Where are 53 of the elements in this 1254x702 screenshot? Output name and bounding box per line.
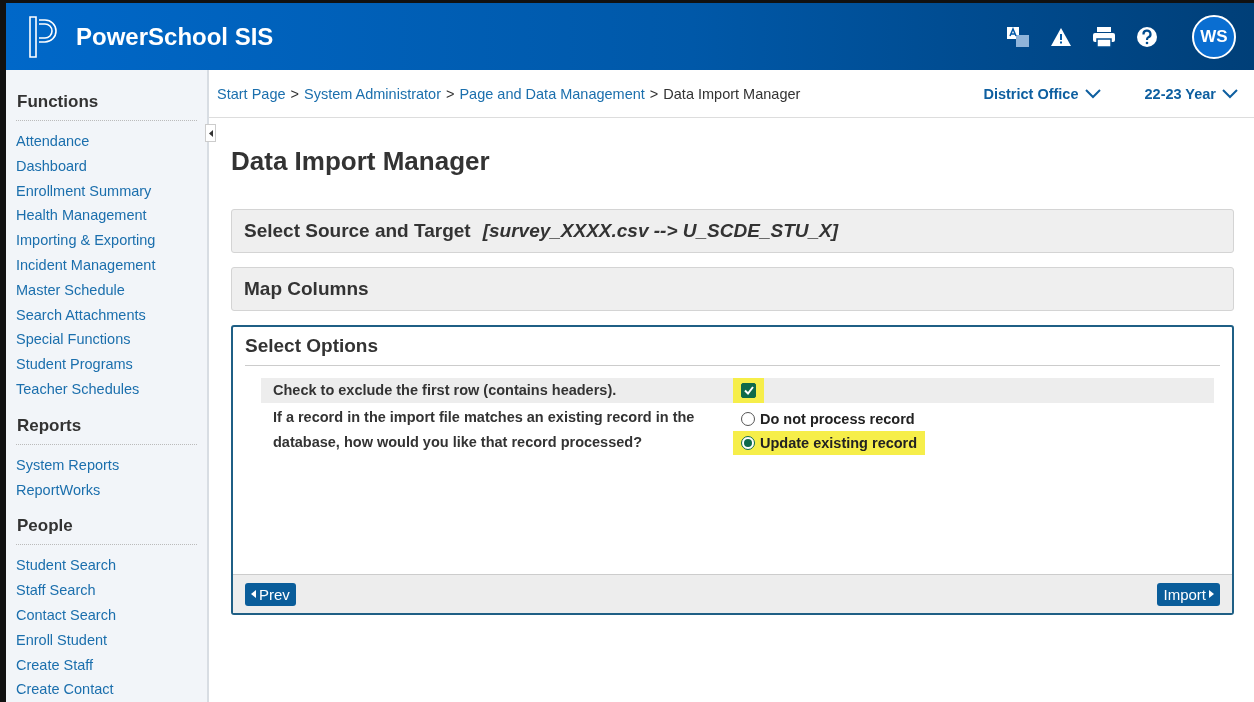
collapse-sidebar-button[interactable] xyxy=(205,124,216,142)
sidebar-heading: Functions xyxy=(16,82,197,121)
sidebar-link[interactable]: Health Management xyxy=(16,203,197,229)
chevron-down-icon xyxy=(1222,88,1238,99)
sidebar-link[interactable]: Student Search xyxy=(16,553,197,579)
sidebar-link[interactable]: Staff Search xyxy=(16,578,197,603)
sidebar-link[interactable]: Enroll Student xyxy=(16,627,197,653)
page-title: Data Import Manager xyxy=(231,146,491,177)
breadcrumb-separator: > xyxy=(446,85,455,102)
sidebar-link[interactable]: Create Staff xyxy=(16,652,197,678)
term-dropdown[interactable]: District Office xyxy=(983,85,1101,102)
warning-icon[interactable] xyxy=(1050,26,1072,47)
app-title: PowerSchool SIS xyxy=(76,22,274,51)
printer-icon[interactable] xyxy=(1092,25,1116,48)
panel-header[interactable]: Select Source and Target [survey_XXXX.csv --> U_SCDE_STU_X] xyxy=(232,210,1233,252)
help-icon[interactable] xyxy=(1136,25,1158,48)
breadcrumb-link[interactable]: System Administrator xyxy=(304,85,441,102)
breadcrumb-separator: > xyxy=(290,85,299,102)
sidebar-link[interactable]: Search Attachments xyxy=(16,302,197,328)
panel-header[interactable]: Map Columns xyxy=(232,268,1233,310)
sidebar-link[interactable]: Contact Search xyxy=(16,602,197,628)
import-button[interactable]: Import xyxy=(1157,582,1220,606)
sidebar-heading: People xyxy=(16,502,197,546)
breadcrumb-separator: > xyxy=(649,85,659,102)
breadcrumb-current: Data Import Manager xyxy=(663,85,801,102)
panel-header[interactable]: Select Options xyxy=(245,327,1220,366)
sidebar-link[interactable]: Importing & Exporting xyxy=(16,228,197,253)
sidebar-link[interactable]: Attendance xyxy=(16,129,197,154)
sidebar-link[interactable]: Dashboard xyxy=(16,153,197,179)
translate-icon[interactable] xyxy=(1006,25,1030,48)
sidebar-link[interactable]: Student Programs xyxy=(16,352,197,377)
radio-option[interactable]: Update existing record xyxy=(733,431,926,455)
sidebar-link[interactable]: Create Contact xyxy=(16,677,197,702)
sidebar-link[interactable]: ReportWorks xyxy=(16,477,197,503)
breadcrumb-link[interactable]: Start Page xyxy=(217,85,286,102)
radio-option[interactable]: Do not process record xyxy=(733,407,926,431)
sidebar-link[interactable]: Teacher Schedules xyxy=(16,376,197,402)
sidebar-link[interactable]: System Reports xyxy=(16,452,197,478)
sidebar-heading: Reports xyxy=(16,401,197,445)
caret-right-icon xyxy=(1209,590,1214,598)
chevron-down-icon xyxy=(1084,88,1101,99)
checkbox[interactable] xyxy=(741,383,756,398)
sidebar-link[interactable]: Incident Management xyxy=(16,253,197,278)
breadcrumb-link[interactable]: Page and Data Management xyxy=(459,85,645,102)
user-avatar[interactable]: WS xyxy=(1192,14,1236,59)
term-dropdown[interactable]: 22-23 Year xyxy=(1144,85,1238,102)
option-label: Check to exclude the first row (contains headers). xyxy=(273,381,618,400)
prev-button[interactable]: Prev xyxy=(245,582,296,606)
sidebar-link[interactable]: Enrollment Summary xyxy=(16,178,197,204)
sidebar-link[interactable]: Master Schedule xyxy=(16,277,197,303)
option-label: If a record in the import file matches an existing record in the database, how would you like that record processed? xyxy=(273,408,696,452)
sidebar-link[interactable]: Special Functions xyxy=(16,327,197,353)
caret-left-icon xyxy=(251,590,256,598)
